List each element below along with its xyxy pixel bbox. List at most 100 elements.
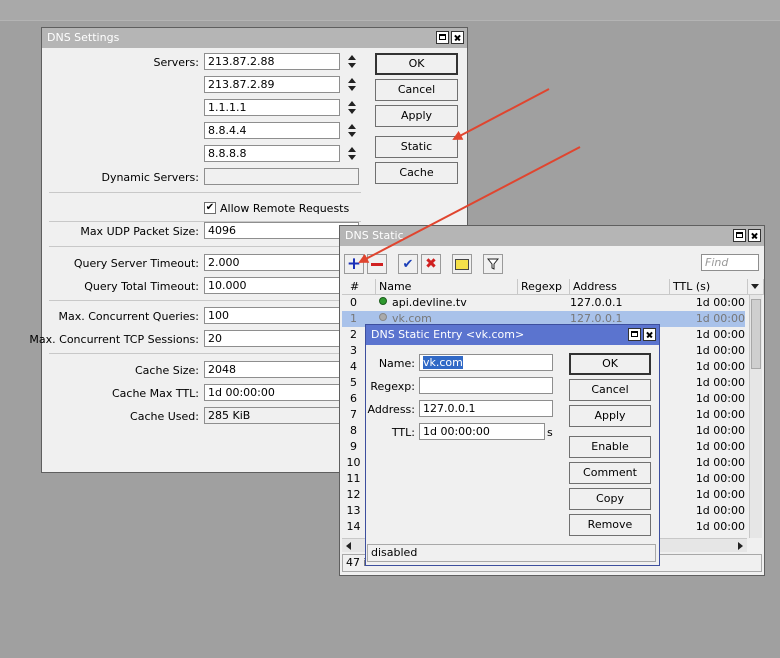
add-icon[interactable]: + [344, 254, 364, 274]
separator [49, 192, 361, 193]
row-number: 14 [346, 520, 361, 533]
row-ttl: 1d 00:00 [695, 376, 745, 389]
entry-enable-button[interactable]: Enable [569, 436, 651, 458]
server-field-2[interactable]: 213.87.2.89 [204, 76, 340, 93]
query-server-timeout-field[interactable]: 2.000 [204, 254, 359, 271]
column-header-name[interactable]: Name [376, 279, 518, 295]
entry-remove-button[interactable]: Remove [569, 514, 651, 536]
entry-name-label: Name: [378, 357, 415, 370]
static-button[interactable]: Static [375, 136, 458, 158]
entry-name-value: vk.com [423, 356, 463, 369]
entry-address-label: Address: [367, 403, 415, 416]
cache-button[interactable]: Cache [375, 162, 458, 184]
server-field-4[interactable]: 8.8.4.4 [204, 122, 340, 139]
table-row[interactable]: 0 api.devline.tv 127.0.0.1 1d 00:00 [342, 295, 745, 311]
row-number: 11 [346, 472, 361, 485]
cache-max-ttl-label: Cache Max TTL: [111, 387, 199, 400]
maximize-icon[interactable] [436, 31, 449, 44]
entry-ttl-label: TTL: [391, 426, 415, 439]
max-udp-label: Max UDP Packet Size: [80, 225, 199, 238]
row-ttl: 1d 00:00 [695, 344, 745, 357]
entry-address-field[interactable]: 127.0.0.1 [419, 400, 553, 417]
column-header-ttl[interactable]: TTL (s) [670, 279, 748, 295]
server-field-1[interactable]: 213.87.2.88 [204, 53, 340, 70]
column-chooser-icon[interactable] [748, 279, 764, 295]
column-header-regexp[interactable]: Regexp [518, 279, 570, 295]
servers-label: Servers: [153, 56, 199, 69]
row-ttl: 1d 00:00 [695, 504, 745, 517]
scroll-left-icon[interactable] [346, 542, 351, 550]
status-dot-icon [379, 297, 387, 305]
dns-static-titlebar[interactable]: DNS Static [340, 226, 764, 246]
server-5-updown-icon[interactable] [347, 147, 357, 161]
row-number: 3 [350, 344, 357, 357]
entry-apply-button[interactable]: Apply [569, 405, 651, 427]
dns-settings-titlebar[interactable]: DNS Settings [42, 28, 467, 48]
dns-entry-titlebar[interactable]: DNS Static Entry <vk.com> [366, 325, 659, 345]
entry-ttl-unit: s [547, 426, 553, 439]
row-ttl: 1d 00:00 [695, 296, 745, 309]
find-input[interactable]: Find [701, 254, 759, 271]
entry-copy-button[interactable]: Copy [569, 488, 651, 510]
background-top-strip [0, 0, 780, 21]
dns-static-title: DNS Static [345, 229, 404, 242]
row-number: 5 [350, 376, 357, 389]
arrow-to-static-button [452, 88, 550, 140]
entry-ttl-field[interactable]: 1d 00:00:00 [419, 423, 545, 440]
row-ttl: 1d 00:00 [695, 456, 745, 469]
apply-button[interactable]: Apply [375, 105, 458, 127]
cache-max-ttl-field[interactable]: 1d 00:00:00 [204, 384, 359, 401]
entry-name-field[interactable]: vk.com [419, 354, 553, 371]
dns-entry-title: DNS Static Entry <vk.com> [371, 328, 525, 341]
column-header-address[interactable]: Address [570, 279, 670, 295]
entry-ok-button[interactable]: OK [569, 353, 651, 375]
remove-icon[interactable] [367, 254, 387, 274]
max-udp-field[interactable]: 4096 [204, 222, 359, 239]
row-ttl: 1d 00:00 [695, 520, 745, 533]
cancel-button[interactable]: Cancel [375, 79, 458, 101]
cache-size-field[interactable]: 2048 [204, 361, 359, 378]
vertical-scrollbar[interactable] [749, 295, 762, 538]
column-header-num[interactable]: # [342, 279, 376, 295]
row-ttl: 1d 00:00 [695, 328, 745, 341]
query-server-timeout-label: Query Server Timeout: [73, 257, 199, 270]
entry-regexp-field[interactable] [419, 377, 553, 394]
server-3-updown-icon[interactable] [347, 101, 357, 115]
query-total-timeout-field[interactable]: 10.000 [204, 277, 359, 294]
disable-x-icon[interactable]: ✖ [421, 254, 441, 274]
filter-icon[interactable] [483, 254, 503, 274]
dynamic-servers-field [204, 168, 359, 185]
server-4-updown-icon[interactable] [347, 124, 357, 138]
max-concurrent-queries-field[interactable]: 100 [204, 307, 359, 324]
close-icon[interactable] [451, 31, 464, 44]
server-1-updown-icon[interactable] [347, 55, 357, 69]
row-number: 7 [350, 408, 357, 421]
entry-cancel-button[interactable]: Cancel [569, 379, 651, 401]
cache-size-label: Cache Size: [135, 364, 199, 377]
max-concurrent-tcp-label: Max. Concurrent TCP Sessions: [29, 333, 199, 346]
allow-remote-checkbox[interactable]: ✔ [204, 202, 216, 214]
enable-check-icon[interactable]: ✔ [398, 254, 418, 274]
row-number: 0 [350, 296, 357, 309]
close-icon[interactable] [643, 328, 656, 341]
dns-static-entry-window: DNS Static Entry <vk.com> Name: vk.com R… [365, 324, 660, 566]
comment-icon[interactable] [452, 254, 472, 274]
row-number: 10 [346, 456, 361, 469]
ok-button[interactable]: OK [375, 53, 458, 75]
entry-comment-button[interactable]: Comment [569, 462, 651, 484]
max-concurrent-tcp-field[interactable]: 20 [204, 330, 359, 347]
server-2-updown-icon[interactable] [347, 78, 357, 92]
close-icon[interactable] [748, 229, 761, 242]
row-address: 127.0.0.1 [570, 296, 623, 309]
status-dot-icon [379, 313, 387, 321]
server-field-3[interactable]: 1.1.1.1 [204, 99, 340, 116]
row-name-text: api.devline.tv [392, 296, 467, 309]
dynamic-servers-label: Dynamic Servers: [101, 171, 199, 184]
maximize-icon[interactable] [628, 328, 641, 341]
scroll-right-icon[interactable] [738, 542, 743, 550]
dns-settings-title: DNS Settings [47, 31, 120, 44]
server-field-5[interactable]: 8.8.8.8 [204, 145, 340, 162]
scroll-thumb[interactable] [751, 299, 761, 369]
row-number: 2 [350, 328, 357, 341]
maximize-icon[interactable] [733, 229, 746, 242]
